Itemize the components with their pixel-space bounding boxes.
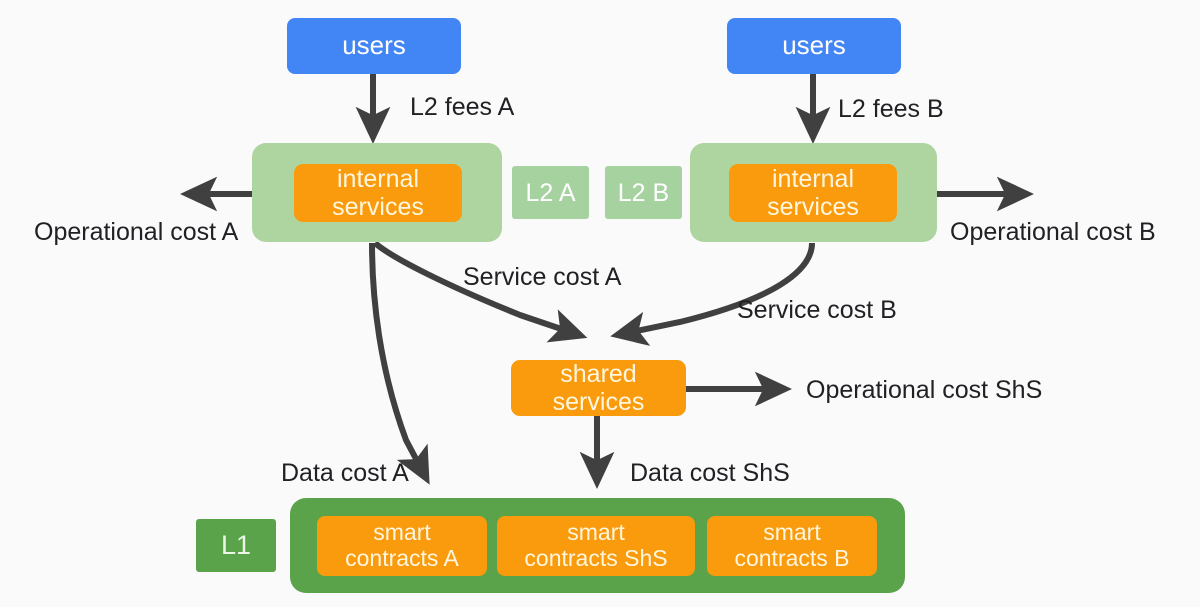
l1-tag: L1 xyxy=(196,519,276,572)
label-l2-fees-a: L2 fees A xyxy=(410,93,515,121)
label-operational-cost-b: Operational cost B xyxy=(950,218,1156,246)
internal-services-b-box[interactable]: internal services xyxy=(729,164,897,222)
smart-contracts-b-label: smart contracts B xyxy=(734,519,850,571)
users-b-box[interactable]: users xyxy=(727,18,901,74)
internal-services-a-box[interactable]: internal services xyxy=(294,164,462,222)
l2-b-tag: L2 B xyxy=(605,166,682,219)
diagram-canvas: internal services internal services user… xyxy=(0,0,1200,607)
l2-a-tag: L2 A xyxy=(512,166,589,219)
label-service-cost-a: Service cost A xyxy=(463,263,622,291)
smart-contracts-shs-box[interactable]: smart contracts ShS xyxy=(497,516,695,576)
label-operational-cost-a: Operational cost A xyxy=(34,218,239,246)
users-b-label: users xyxy=(782,30,846,61)
l2-b-tag-label: L2 B xyxy=(617,178,670,207)
users-a-label: users xyxy=(342,30,406,61)
label-service-cost-b: Service cost B xyxy=(737,296,897,324)
l1-tag-label: L1 xyxy=(220,530,252,561)
label-l2-fees-b: L2 fees B xyxy=(838,95,944,123)
smart-contracts-b-box[interactable]: smart contracts B xyxy=(707,516,877,576)
label-data-cost-shs: Data cost ShS xyxy=(630,459,790,487)
l2-a-tag-label: L2 A xyxy=(525,178,576,207)
smart-contracts-a-box[interactable]: smart contracts A xyxy=(317,516,487,576)
label-data-cost-a: Data cost A xyxy=(281,459,409,487)
label-operational-cost-shs: Operational cost ShS xyxy=(806,376,1043,404)
shared-services-label: shared services xyxy=(552,360,645,416)
edge-data-cost-a xyxy=(369,242,430,485)
internal-services-a-label: internal services xyxy=(332,165,424,221)
shared-services-box[interactable]: shared services xyxy=(511,360,686,416)
smart-contracts-shs-label: smart contracts ShS xyxy=(524,519,668,571)
users-a-box[interactable]: users xyxy=(287,18,461,74)
smart-contracts-a-label: smart contracts A xyxy=(345,519,459,571)
internal-services-b-label: internal services xyxy=(767,165,859,221)
